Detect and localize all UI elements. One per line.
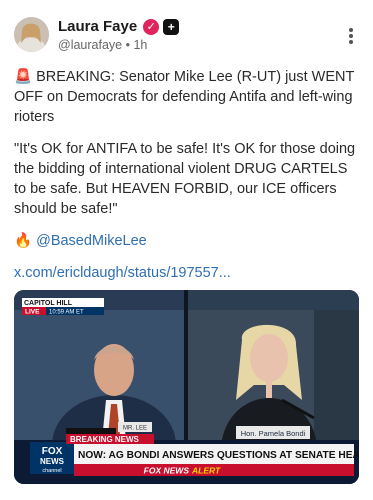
video-thumbnail[interactable]: MR. LEE Hon. Pamela Bondi CAPITOL HILL L… <box>14 290 359 484</box>
verified-icon: ✓ <box>143 18 160 35</box>
author-name[interactable]: Laura Faye <box>58 18 137 35</box>
logo-channel: channel <box>42 468 61 474</box>
post-header: Laura Faye ✓ + @laurafaye • 1h <box>14 17 359 57</box>
live-time: 10:59 AM ET <box>49 310 84 316</box>
logo-fox: FOX <box>42 446 63 457</box>
post-headline: 🚨 BREAKING: Senator Mike Lee (R-UT) just… <box>14 67 363 127</box>
avatar-image <box>14 17 49 52</box>
more-options-icon[interactable] <box>343 25 359 47</box>
author-handle[interactable]: @laurafaye <box>58 38 122 52</box>
author-name-row: Laura Faye ✓ + <box>58 18 180 35</box>
right-nameplate: Hon. Pamela Bondi <box>241 429 306 438</box>
alert-word: ALERT <box>191 466 221 476</box>
video-frame: MR. LEE Hon. Pamela Bondi CAPITOL HILL L… <box>14 290 359 484</box>
status-link[interactable]: x.com/ericldaugh/status/197557... <box>14 263 363 283</box>
post-time[interactable]: 1h <box>133 38 147 52</box>
alert-brand: FOX NEWS <box>144 466 190 476</box>
headline-ticker: NOW: AG BONDI ANSWERS QUESTIONS AT SENAT… <box>78 450 359 461</box>
author-meta: @laurafaye • 1h <box>58 38 147 52</box>
post-mention-line: 🔥 @BasedMikeLee <box>14 231 363 251</box>
avatar[interactable] <box>14 17 49 52</box>
fire-emoji: 🔥 <box>14 233 33 249</box>
meta-separator: • <box>125 38 130 52</box>
bondi-face <box>250 334 288 382</box>
post-quote: "It's OK for ANTIFA to be safe! It's OK … <box>14 141 356 217</box>
mention-link[interactable]: @BasedMikeLee <box>36 233 147 249</box>
breaking-label: BREAKING NEWS <box>70 435 140 444</box>
live-label: LIVE <box>25 309 40 316</box>
post-body: 🚨 BREAKING: Senator Mike Lee (R-UT) just… <box>14 67 363 295</box>
logo-news: NEWS <box>40 457 65 466</box>
headline-text: BREAKING: Senator Mike Lee (R-UT) just W… <box>14 69 355 125</box>
alert-emoji: 🚨 <box>14 69 33 85</box>
plus-icon: + <box>163 18 180 35</box>
location-label: CAPITOL HILL <box>24 300 73 307</box>
left-nameplate: MR. LEE <box>123 426 147 432</box>
